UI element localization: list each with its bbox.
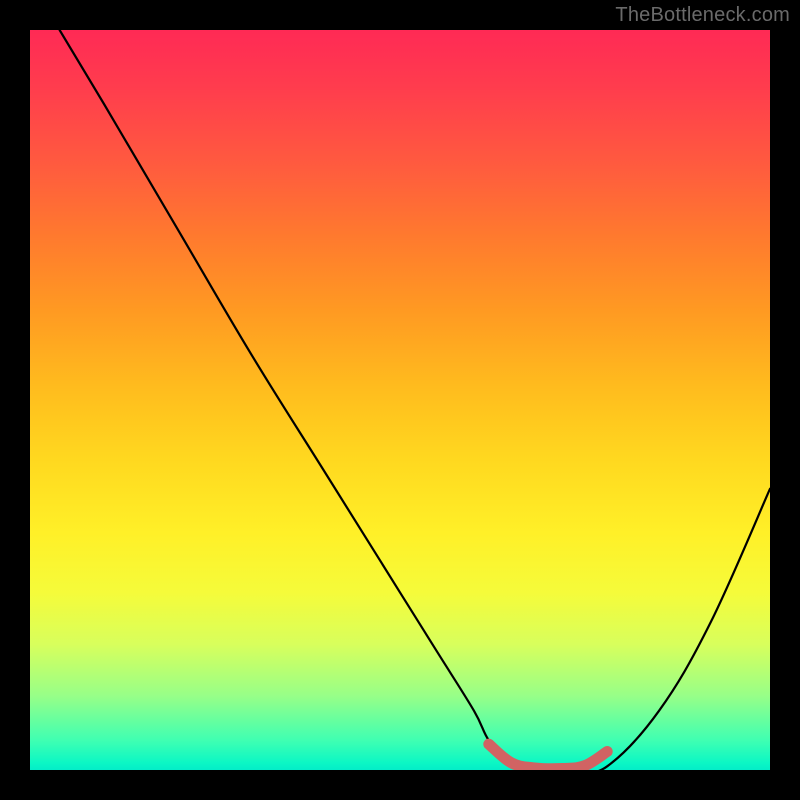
chart-frame: TheBottleneck.com: [0, 0, 800, 800]
watermark-text: TheBottleneck.com: [615, 4, 790, 27]
chart-svg: [30, 30, 770, 770]
bottleneck-curve: [60, 30, 770, 770]
plot-area: [30, 30, 770, 770]
optimal-range-highlight: [489, 744, 607, 769]
